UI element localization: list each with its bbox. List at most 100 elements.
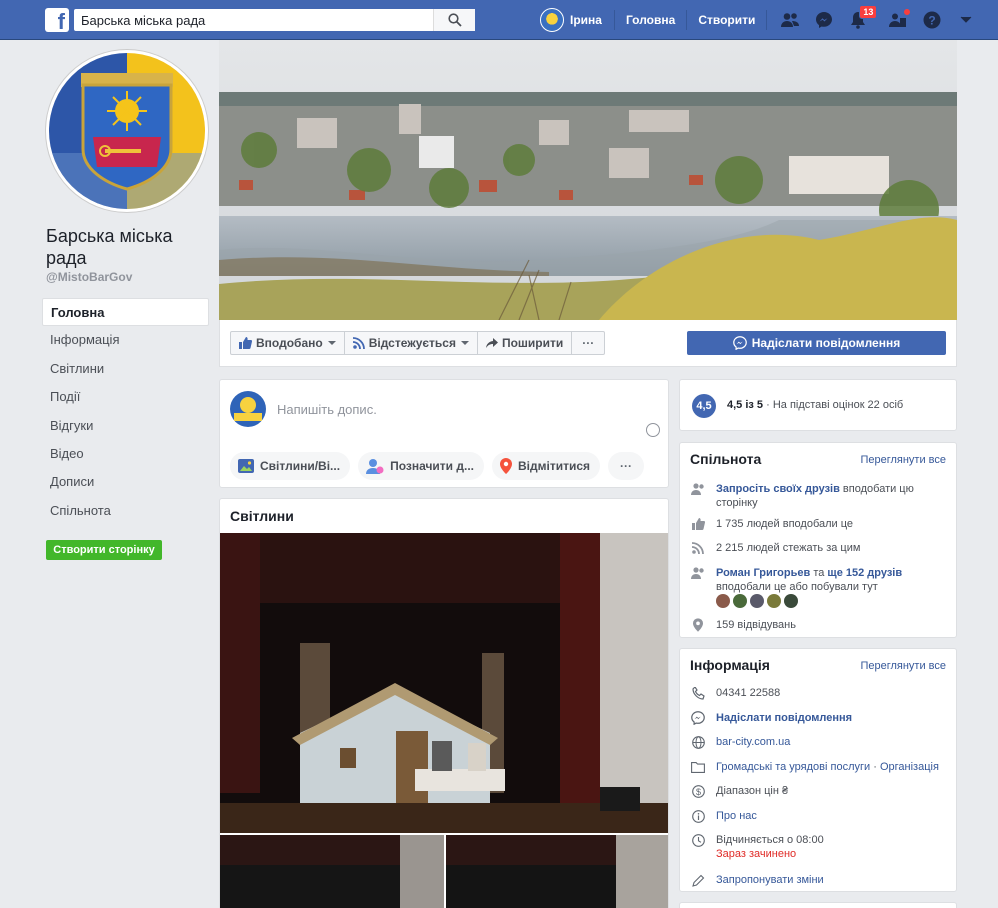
friend-name-link[interactable]: Роман Григорьев — [716, 567, 810, 579]
friends-liked-text: вподобали це або побували тут — [716, 581, 878, 593]
profile-link[interactable]: Ірина — [540, 8, 615, 32]
rating-score-badge[interactable]: 4,5 — [692, 394, 716, 418]
likes-count-text: 1 735 людей вподобали це — [716, 518, 854, 530]
info-title[interactable]: Інформація — [690, 657, 770, 673]
price-icon: $ — [690, 784, 706, 798]
hours-status-text: Зараз зачинено — [716, 848, 797, 860]
left-nav-events[interactable]: Події — [42, 383, 209, 411]
photo-thumbnail-left[interactable] — [220, 835, 444, 908]
left-nav-photos[interactable]: Світлини — [42, 355, 209, 383]
info-card: Інформація Переглянути все 04341 22588 Н… — [679, 648, 957, 892]
photo-thumbnail-right[interactable] — [446, 835, 669, 908]
community-title[interactable]: Спільнота — [690, 451, 761, 467]
following-button[interactable]: Відстежується — [345, 332, 478, 354]
suggest-edits-row: Запропонувати зміни — [690, 873, 948, 887]
community-see-all-link[interactable]: Переглянути все — [860, 454, 946, 466]
notifications-button[interactable]: 13 — [841, 0, 878, 40]
invite-friends-link[interactable]: Запросіть своїх друзів — [716, 483, 840, 495]
theatre-stage-photo[interactable] — [220, 533, 669, 833]
left-nav-videos[interactable]: Відео — [42, 440, 209, 468]
tag-friends-icon — [366, 459, 384, 474]
friend-avatar[interactable] — [716, 594, 730, 608]
account-menu-button[interactable] — [949, 0, 983, 40]
following-label: Відстежується — [368, 336, 456, 350]
left-nav-reviews[interactable]: Відгуки — [42, 412, 209, 440]
composer-more-button[interactable]: ··· — [608, 452, 645, 480]
activity-dot — [903, 8, 912, 16]
left-nav-home[interactable]: Головна — [42, 298, 209, 327]
category-row: Громадські та урядові послуги · Організа… — [690, 760, 948, 774]
create-link[interactable]: Створити — [687, 10, 768, 30]
svg-text:?: ? — [929, 14, 936, 28]
photos-title[interactable]: Світлини — [230, 508, 294, 524]
clock-icon — [690, 833, 706, 847]
more-actions-button[interactable]: ··· — [572, 332, 604, 354]
tag-friends-button[interactable]: Позначити д... — [358, 452, 484, 480]
home-link[interactable]: Головна — [615, 10, 688, 30]
website-link[interactable]: bar-city.com.ua — [716, 735, 790, 749]
page-username[interactable]: @MistoBarGov — [46, 270, 132, 284]
thumbs-up-icon — [690, 517, 706, 531]
friend-requests-button[interactable] — [773, 0, 807, 40]
cover-photo[interactable] — [219, 40, 957, 320]
rating-summary[interactable]: 4,5 із 5 · На підставі оцінок 22 осіб — [727, 399, 903, 411]
page-action-bar: Вподобано Відстежується Поширити ··· Над… — [219, 320, 957, 367]
share-button[interactable]: Поширити — [478, 332, 573, 354]
followers-row: 2 215 людей стежать за цим — [690, 541, 948, 555]
about-link[interactable]: Про нас — [716, 809, 757, 823]
location-pin-icon — [690, 618, 706, 632]
page-activity-button[interactable] — [881, 0, 915, 40]
info-see-all-link[interactable]: Переглянути все — [860, 660, 946, 672]
page-profile-picture[interactable] — [46, 50, 208, 212]
rating-card: 4,5 4,5 із 5 · На підставі оцінок 22 осі… — [679, 379, 957, 431]
liked-button[interactable]: Вподобано — [231, 332, 345, 354]
invite-friends-row: Запросіть своїх друзів вподобати цю стор… — [690, 482, 948, 510]
share-arrow-icon — [485, 337, 498, 348]
chevron-down-icon — [327, 341, 336, 345]
friend-avatar[interactable] — [733, 594, 747, 608]
category-link-services[interactable]: Громадські та урядові послуги — [716, 761, 870, 773]
likes-row: 1 735 людей вподобали це — [690, 517, 948, 531]
composer-input[interactable]: Напишіть допис. — [277, 402, 377, 417]
search-input[interactable] — [74, 9, 434, 31]
photo-video-button[interactable]: Світлини/Ві... — [230, 452, 351, 480]
category-separator: · — [870, 761, 880, 773]
help-button[interactable]: ? — [915, 0, 949, 40]
phone-number[interactable]: 04341 22588 — [716, 686, 780, 700]
messenger-icon — [732, 336, 747, 350]
phone-row: 04341 22588 — [690, 686, 948, 700]
post-composer: Напишіть допис. Світлини/Ві... Позначити… — [219, 379, 669, 488]
friends-liked-row: Роман Григорьев та ще 152 друзів вподобал… — [690, 566, 948, 594]
visits-row: 159 відвідувань — [690, 618, 948, 632]
category-link-organization[interactable]: Організація — [880, 761, 939, 773]
info-send-message-link[interactable]: Надіслати повідомлення — [716, 711, 852, 725]
more-friends-link[interactable]: ще 152 друзів — [827, 567, 902, 579]
photo-icon — [238, 459, 254, 473]
page-title[interactable]: Барська міська рада — [46, 225, 211, 269]
left-nav-community[interactable]: Спільнота — [42, 497, 209, 525]
send-message-button[interactable]: Надіслати повідомлення — [687, 331, 946, 355]
messenger-icon — [690, 711, 706, 725]
create-page-button[interactable]: Створити сторінку — [46, 540, 162, 560]
hours-row: Відчиняється о 08:00 Зараз зачинено — [690, 833, 948, 861]
opening-hours-text[interactable]: Відчиняється о 08:00 — [716, 834, 824, 846]
check-in-button[interactable]: Відмітитися — [492, 452, 601, 480]
facebook-logo-icon[interactable]: f — [45, 8, 69, 32]
city-panorama-image — [219, 40, 957, 320]
messenger-button[interactable] — [807, 0, 841, 40]
suggest-edits-link[interactable]: Запропонувати зміни — [716, 873, 824, 887]
friend-avatar[interactable] — [784, 594, 798, 608]
friend-and-text: та — [810, 567, 828, 579]
tag-friends-label: Позначити д... — [390, 459, 474, 473]
page-left-nav: Головна Інформація Світлини Події Відгук… — [42, 298, 209, 525]
emoji-icon[interactable] — [646, 423, 660, 437]
friend-avatar[interactable] — [767, 594, 781, 608]
friends-icon — [690, 566, 706, 580]
left-nav-about[interactable]: Інформація — [42, 326, 209, 354]
price-row: $ Діапазон цін ₴ — [690, 784, 948, 798]
rss-icon — [690, 541, 706, 555]
search-button[interactable] — [433, 9, 475, 31]
friend-avatar[interactable] — [750, 594, 764, 608]
left-nav-posts[interactable]: Дописи — [42, 468, 209, 496]
chevron-down-icon — [460, 341, 469, 345]
